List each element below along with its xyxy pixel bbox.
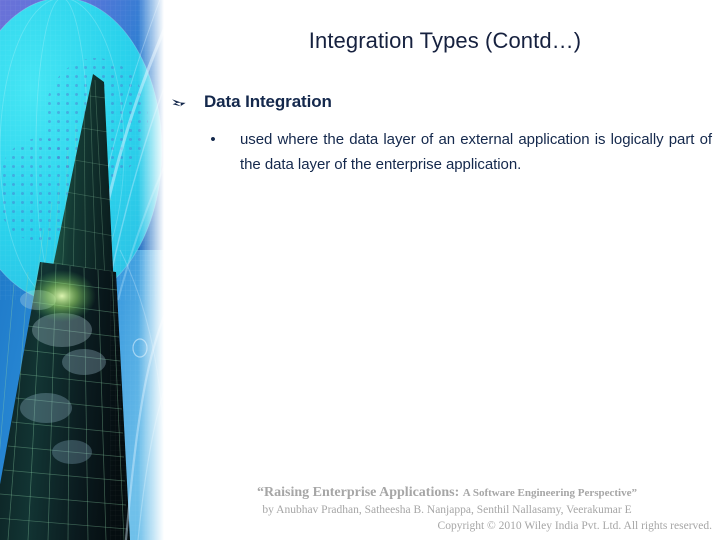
footer-authors: by Anubhav Pradhan, Satheesha B. Nanjapp… <box>262 504 632 516</box>
slide-body: Data Integration • used where the data l… <box>172 90 712 177</box>
presentation-slide: Integration Types (Contd…) Data Integrat… <box>0 0 720 540</box>
decorative-graphic-svg <box>0 0 164 540</box>
wingdings-arrow-bullet-icon <box>172 91 192 108</box>
bullet-level1-data-integration: Data Integration <box>172 90 712 114</box>
slide-footer: “Raising Enterprise Applications: A Soft… <box>180 484 714 534</box>
bullet-level1-label: Data Integration <box>204 92 332 111</box>
footer-book-title: “Raising Enterprise Applications: A Soft… <box>180 484 714 502</box>
bullet-level2-row: • used where the data layer of an extern… <box>172 127 712 177</box>
skyscraper-globe-graphic <box>0 0 164 540</box>
footer-copyright: Copyright © 2010 Wiley India Pvt. Ltd. A… <box>437 520 712 532</box>
footer-book-subtitle: A Software Engineering Perspective” <box>462 487 637 499</box>
bullet-level2-text: used where the data layer of an external… <box>240 131 712 173</box>
dot-bullet-icon: • <box>210 131 216 148</box>
slide-title: Integration Types (Contd…) <box>308 28 582 53</box>
footer-book-title-main: “Raising Enterprise Applications: <box>257 485 460 500</box>
